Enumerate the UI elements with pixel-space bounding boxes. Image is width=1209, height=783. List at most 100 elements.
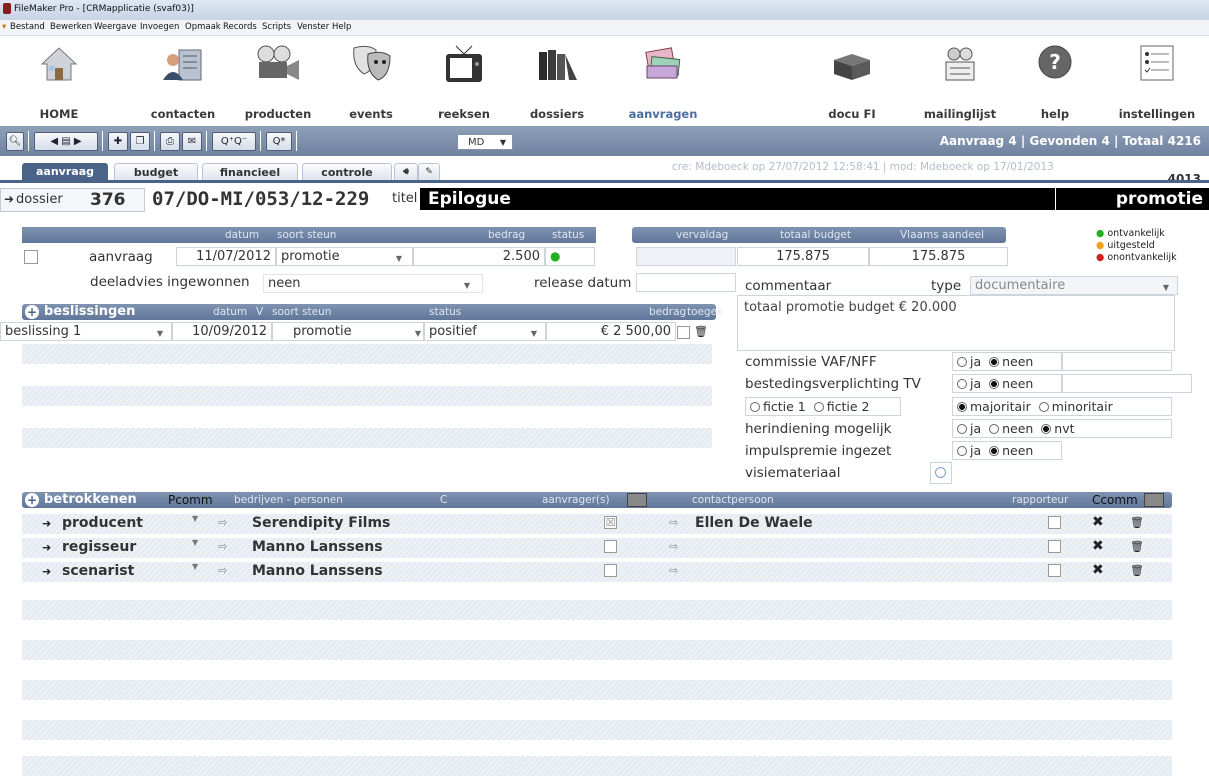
- radio-ja[interactable]: [957, 379, 967, 389]
- email-button[interactable]: ✉: [182, 132, 202, 151]
- nav-home[interactable]: HOME: [9, 36, 109, 126]
- beslissing-soort-select[interactable]: promotie ▼: [272, 322, 424, 341]
- user-select[interactable]: MD ▼: [457, 134, 513, 150]
- radio-minoritair[interactable]: [1038, 402, 1049, 412]
- nav-docu-fi[interactable]: docu FI: [802, 36, 902, 126]
- dossier-link[interactable]: ➜ dossier 376: [0, 188, 145, 212]
- visie-field[interactable]: [930, 462, 952, 484]
- goto-icon[interactable]: ⇨: [669, 540, 678, 553]
- nav-contacten[interactable]: contacten: [133, 36, 233, 126]
- fictie-radio-group[interactable]: fictie 1 fictie 2: [745, 397, 901, 416]
- rapporteur-checkbox[interactable]: [1048, 540, 1061, 553]
- goto-icon[interactable]: ⇨: [669, 564, 678, 577]
- delete-x-icon[interactable]: ✖: [1092, 514, 1104, 530]
- radio-neen[interactable]: [989, 424, 1000, 434]
- nav-reeksen[interactable]: reeksen: [414, 36, 514, 126]
- menu-invoegen[interactable]: Invoegen: [140, 22, 179, 32]
- bedrijf-persoon-name[interactable]: Manno Lanssens: [252, 563, 383, 579]
- goto-icon[interactable]: ⇨: [218, 540, 227, 553]
- menu-weergave[interactable]: Weergave: [94, 22, 137, 32]
- beslissing-toegekend-checkbox[interactable]: [677, 326, 690, 339]
- nav-producten[interactable]: producten: [228, 36, 328, 126]
- trash-icon[interactable]: 🗑︎: [1130, 516, 1144, 529]
- attachment-icon[interactable]: ✎: [418, 163, 440, 181]
- contactpersoon-name[interactable]: Ellen De Waele: [695, 515, 813, 531]
- aanvrager-checkbox[interactable]: [604, 564, 617, 577]
- aanvrager-checkbox[interactable]: ☒: [604, 516, 617, 529]
- role-label[interactable]: producent: [62, 515, 143, 531]
- chevron-down-icon[interactable]: ▼: [192, 514, 198, 523]
- commentaar-textarea[interactable]: totaal promotie budget € 20.000: [737, 295, 1175, 351]
- role-label[interactable]: scenarist: [62, 563, 134, 579]
- arrow-right-icon[interactable]: ➜: [42, 517, 51, 530]
- release-datum-field[interactable]: [636, 273, 736, 292]
- delete-x-icon[interactable]: ✖: [1092, 538, 1104, 554]
- beslissing-datum[interactable]: 10/09/2012: [172, 322, 272, 341]
- nav-help[interactable]: ? help: [1005, 36, 1105, 126]
- arrow-right-icon[interactable]: ➜: [42, 565, 51, 578]
- aanvrager-checkbox[interactable]: [604, 540, 617, 553]
- nav-events[interactable]: events: [321, 36, 421, 126]
- tab-budget[interactable]: budget: [114, 163, 198, 181]
- trash-icon[interactable]: 🗑︎: [694, 325, 708, 338]
- add-beslissing-icon[interactable]: +: [25, 305, 39, 319]
- radio-fictie-1[interactable]: [750, 402, 760, 412]
- goto-icon[interactable]: ⇨: [218, 516, 227, 529]
- radio-visie[interactable]: [935, 467, 946, 478]
- titel-value[interactable]: Epilogue: [428, 189, 511, 209]
- delete-x-icon[interactable]: ✖: [1092, 562, 1104, 578]
- menu-bestand[interactable]: Bestand: [10, 22, 45, 32]
- aanvraag-checkbox[interactable]: [24, 250, 38, 264]
- radio-neen[interactable]: [989, 357, 1000, 367]
- tab-financieel[interactable]: financieel: [202, 163, 298, 181]
- goto-icon[interactable]: ⇨: [218, 564, 227, 577]
- menu-records[interactable]: Records: [223, 22, 257, 32]
- menu-scripts[interactable]: Scripts: [262, 22, 291, 32]
- find-all-button[interactable]: Q*: [266, 132, 292, 151]
- vaf-radio-group[interactable]: ja neen: [952, 352, 1062, 371]
- tab-aanvraag[interactable]: aanvraag: [22, 163, 108, 180]
- find-button[interactable]: 🔍︎: [6, 132, 24, 151]
- audio-icon[interactable]: 🔊︎: [394, 163, 418, 181]
- menu-opmaak[interactable]: Opmaak: [185, 22, 221, 32]
- rapporteur-checkbox[interactable]: [1048, 564, 1061, 577]
- vervaldag-field[interactable]: [636, 247, 736, 266]
- radio-fictie-2[interactable]: [813, 402, 824, 412]
- chevron-down-icon[interactable]: ▼: [192, 538, 198, 547]
- vlaams-aandeel-field[interactable]: 175.875: [869, 247, 1008, 266]
- radio-ja[interactable]: [957, 357, 967, 367]
- rapporteur-checkbox[interactable]: [1048, 516, 1061, 529]
- impuls-radio-group[interactable]: ja neen: [952, 441, 1062, 460]
- besteding-radio-group[interactable]: ja neen: [952, 374, 1062, 393]
- besteding-extra-field[interactable]: [1062, 374, 1192, 393]
- find-extend-button[interactable]: Q⁺Q⁻: [212, 132, 256, 151]
- role-label[interactable]: regisseur: [62, 539, 136, 555]
- herindiening-radio-group[interactable]: ja neen nvt: [952, 419, 1172, 438]
- radio-neen[interactable]: [989, 379, 1000, 389]
- list-icon[interactable]: [1144, 493, 1164, 507]
- chevron-down-icon[interactable]: ▼: [192, 562, 198, 571]
- add-betrokkene-icon[interactable]: +: [25, 493, 39, 507]
- bedrijf-persoon-name[interactable]: Manno Lanssens: [252, 539, 383, 555]
- deeladvies-select[interactable]: neen ▼: [263, 274, 483, 293]
- type-select[interactable]: documentaire ▼: [970, 276, 1178, 295]
- radio-neen[interactable]: [989, 446, 1000, 456]
- new-record-button[interactable]: ✚: [108, 132, 128, 151]
- menu-help[interactable]: Help: [332, 22, 351, 32]
- beslissing-bedrag[interactable]: € 2 500,00: [546, 322, 676, 341]
- bedrijf-persoon-name[interactable]: Serendipity Films: [252, 515, 390, 531]
- goto-icon[interactable]: ⇨: [669, 516, 678, 529]
- arrow-right-icon[interactable]: ➜: [42, 541, 51, 554]
- radio-majoritair[interactable]: [957, 402, 967, 412]
- beslissing-select[interactable]: beslissing 1 ▼: [0, 322, 172, 341]
- radio-ja[interactable]: [957, 424, 967, 434]
- menu-venster[interactable]: Venster: [297, 22, 329, 32]
- radio-nvt[interactable]: [1041, 424, 1052, 434]
- duplicate-record-button[interactable]: ❐: [130, 132, 150, 151]
- trash-icon[interactable]: 🗑︎: [1130, 540, 1144, 553]
- trash-icon[interactable]: 🗑︎: [1130, 564, 1144, 577]
- tab-controle[interactable]: controle: [302, 163, 392, 181]
- record-navigation-button[interactable]: ◀ ▤ ▶: [34, 132, 98, 151]
- beslissing-status-select[interactable]: positief ▼: [424, 322, 546, 341]
- menu-bewerken[interactable]: Bewerken: [50, 22, 92, 32]
